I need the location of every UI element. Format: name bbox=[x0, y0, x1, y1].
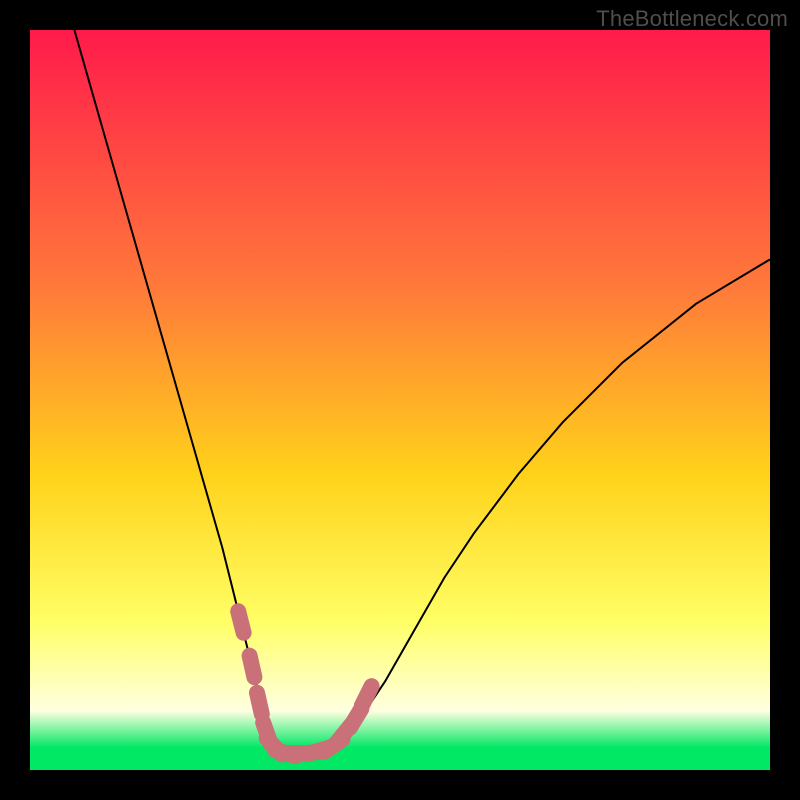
plot-area bbox=[30, 30, 770, 770]
highlight-marker bbox=[250, 656, 255, 677]
highlight-marker bbox=[238, 611, 243, 632]
outer-frame: TheBottleneck.com bbox=[0, 0, 800, 800]
gradient-background bbox=[30, 30, 770, 770]
highlight-marker bbox=[257, 693, 262, 714]
bottleneck-chart bbox=[30, 30, 770, 770]
watermark-text: TheBottleneck.com bbox=[596, 6, 788, 32]
highlight-marker bbox=[362, 686, 372, 706]
